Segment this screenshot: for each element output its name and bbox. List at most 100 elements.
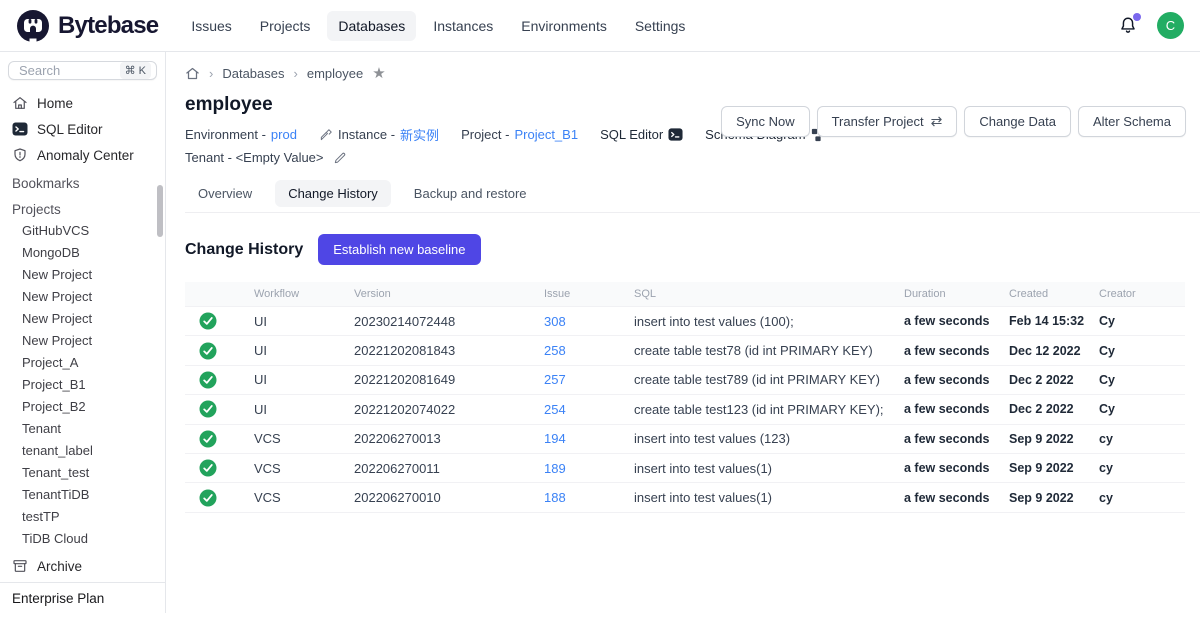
instance-link[interactable]: 新实例 [400,125,439,144]
issue-link[interactable]: 194 [544,431,566,446]
sidebar-section-projects[interactable]: Projects [0,194,165,220]
sidebar-project-githubvcs[interactable]: GitHubVCS [0,220,165,242]
duration-cell: a few seconds [890,461,995,475]
table-row[interactable]: VCS 202206270013 194 insert into test va… [185,425,1185,454]
version-cell: 20221202081649 [340,372,530,387]
success-check-icon [199,342,217,360]
issue-link[interactable]: 189 [544,461,566,476]
creator-cell: Cy [1085,314,1185,328]
change-history-table: WorkflowVersionIssueSQLDurationCreatedCr… [185,282,1185,513]
sidebar-section-bookmarks[interactable]: Bookmarks [0,168,165,194]
column-header-duration: Duration [890,288,995,300]
sidebar-projects-list: GitHubVCSMongoDBNew ProjectNew ProjectNe… [0,220,165,550]
table-row[interactable]: VCS 202206270011 189 insert into test va… [185,454,1185,483]
sidebar-project-new-project[interactable]: New Project [0,330,165,352]
tab-overview[interactable]: Overview [185,180,265,207]
status-cell [185,400,240,418]
sidebar-project-tenant-test[interactable]: Tenant_test [0,462,165,484]
breadcrumb-home-icon[interactable] [185,66,200,81]
success-check-icon [199,430,217,448]
notification-bell-button[interactable] [1117,15,1139,37]
created-cell: Feb 14 15:32 [995,314,1085,328]
issue-link[interactable]: 308 [544,314,566,329]
sidebar-project-new-project[interactable]: New Project [0,308,165,330]
sync-now-button[interactable]: Sync Now [721,106,810,137]
nav-item-settings[interactable]: Settings [624,11,697,41]
tenant-label: Tenant - <Empty Value> [185,150,324,165]
sql-cell: insert into test values (123) [620,431,890,446]
transfer-project-button[interactable]: Transfer Project ⇄ [817,106,958,137]
version-cell: 20221202074022 [340,402,530,417]
table-row[interactable]: UI 20221202081843 258 create table test7… [185,336,1185,365]
action-button-label: Alter Schema [1093,114,1171,129]
nav-item-databases[interactable]: Databases [327,11,416,41]
sql-editor-link[interactable]: SQL Editor [600,127,683,142]
issue-link[interactable]: 254 [544,402,566,417]
version-cell: 202206270010 [340,490,530,505]
sidebar-project-new-project[interactable]: New Project [0,286,165,308]
issue-link[interactable]: 258 [544,343,566,358]
change-data-button[interactable]: Change Data [964,106,1071,137]
table-row[interactable]: UI 20230214072448 308 insert into test v… [185,307,1185,336]
table-row[interactable]: VCS 202206270010 188 insert into test va… [185,483,1185,512]
avatar[interactable]: C [1157,12,1184,39]
issue-link[interactable]: 257 [544,372,566,387]
project-label: Project - [461,127,509,142]
sidebar-item-home[interactable]: Home [0,90,165,116]
sidebar-project-tenanttidb[interactable]: TenantTiDB [0,484,165,506]
workflow-cell: VCS [240,431,340,446]
version-cell: 202206270013 [340,431,530,446]
breadcrumb-item-databases[interactable]: Databases [222,66,284,81]
action-button-label: Change Data [979,114,1056,129]
notification-dot [1133,13,1141,21]
sidebar-project-tenant[interactable]: Tenant [0,418,165,440]
bookmark-star-icon[interactable]: ★ [372,66,385,81]
alter-schema-button[interactable]: Alter Schema [1078,106,1186,137]
creator-cell: cy [1085,461,1185,475]
table-row[interactable]: UI 20221202081649 257 create table test7… [185,366,1185,395]
status-cell [185,312,240,330]
nav-item-instances[interactable]: Instances [422,11,504,41]
nav-item-projects[interactable]: Projects [249,11,322,41]
sql-cell: insert into test values(1) [620,461,890,476]
environment-link[interactable]: prod [271,127,297,142]
sidebar-project-mongodb[interactable]: MongoDB [0,242,165,264]
sidebar-item-sql-editor[interactable]: SQL Editor [0,116,165,142]
sidebar-item-label: Anomaly Center [37,148,134,163]
tab-change-history[interactable]: Change History [275,180,391,207]
issue-link[interactable]: 188 [544,490,566,505]
top-nav-items: IssuesProjectsDatabasesInstancesEnvironm… [180,11,696,41]
sidebar-project-tenant-label[interactable]: tenant_label [0,440,165,462]
sql-cell: insert into test values (100); [620,314,890,329]
sidebar-project-new-project[interactable]: New Project [0,264,165,286]
establish-new-baseline-button[interactable]: Establish new baseline [318,234,480,265]
nav-item-issues[interactable]: Issues [180,11,242,41]
sidebar-project-testtp[interactable]: testTP [0,506,165,528]
top-nav-right: C [1117,12,1184,39]
created-cell: Dec 2 2022 [995,402,1085,416]
sidebar-project-project-a[interactable]: Project_A [0,352,165,374]
instance-label: Instance - [338,127,395,142]
sidebar-project-project-b2[interactable]: Project_B2 [0,396,165,418]
table-row[interactable]: UI 20221202074022 254 create table test1… [185,395,1185,424]
tab-backup-and-restore[interactable]: Backup and restore [401,180,540,207]
shield-icon [12,147,28,163]
duration-cell: a few seconds [890,491,995,505]
workflow-cell: VCS [240,461,340,476]
sidebar-item-archive[interactable]: Archive [0,550,165,582]
sql-cell: create table test78 (id int PRIMARY KEY) [620,343,890,358]
duration-cell: a few seconds [890,373,995,387]
search-box[interactable]: ⌘ K [8,61,157,80]
bytebase-logo[interactable]: Bytebase [16,9,158,43]
tab-divider [185,212,1200,213]
breadcrumb-item-employee[interactable]: employee [307,66,363,81]
sidebar-project-tidb-cloud[interactable]: TiDB Cloud [0,528,165,550]
sidebar-scrollbar[interactable] [157,185,163,237]
project-link[interactable]: Project_B1 [514,127,578,142]
breadcrumb-chevron-icon: › [294,66,298,81]
sidebar-item-anomaly-center[interactable]: Anomaly Center [0,142,165,168]
nav-item-environments[interactable]: Environments [510,11,618,41]
edit-pencil-icon[interactable] [333,151,347,165]
sidebar-project-project-b1[interactable]: Project_B1 [0,374,165,396]
search-input[interactable] [17,62,99,79]
